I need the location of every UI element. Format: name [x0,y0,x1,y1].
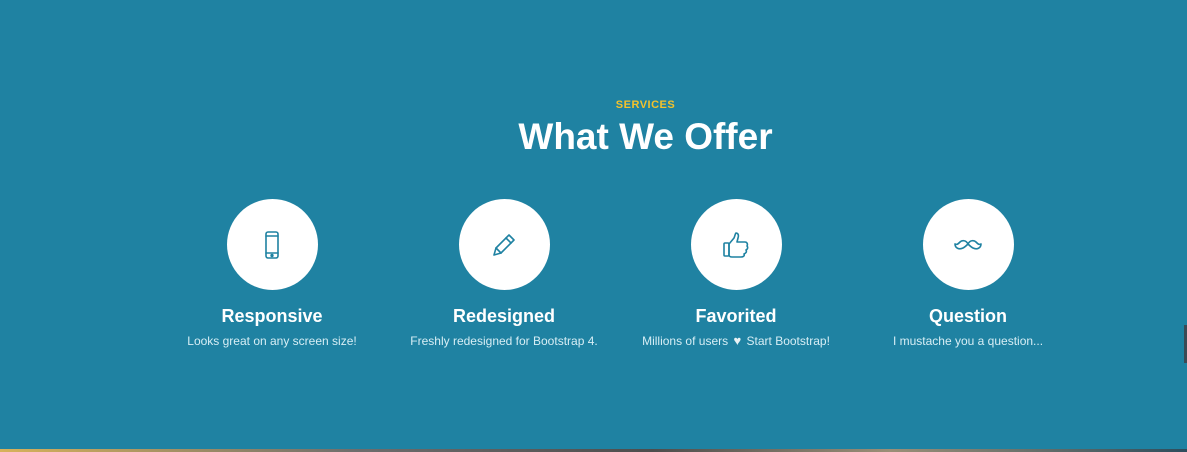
features-grid: Responsive Looks great on any screen siz… [156,199,1084,359]
mustache-icon [954,239,982,250]
feature-title: Responsive [221,306,323,326]
feature-icon-circle [690,199,782,290]
feature-description: Freshly redesigned for Bootstrap 4. [410,334,598,348]
feature-card-question: Question I mustache you a question... [852,199,1084,359]
services-section: SERVICES What We Offer Responsive Looks … [0,0,1187,449]
thumbs-up-icon [723,231,749,258]
feature-description-prefix: Millions of users [642,334,729,348]
section-eyebrow: SERVICES [615,99,676,111]
feature-description-suffix: Start Bootstrap! [746,334,830,348]
feature-title: Question [928,306,1007,326]
feature-icon-circle [458,199,550,290]
pencil-icon [493,233,515,256]
feature-card-responsive: Responsive Looks great on any screen siz… [156,199,388,359]
feature-title: Redesigned [452,306,556,326]
feature-description: Looks great on any screen size! [187,334,357,348]
feature-icon-circle [922,199,1014,290]
mobile-phone-icon [265,230,279,259]
heart-icon: ♥ [733,333,742,348]
feature-card-redesigned: Redesigned Freshly redesigned for Bootst… [388,199,620,359]
feature-card-favorited: Favorited Millions of users ♥ Start Boot… [620,199,852,359]
section-title: What We Offer [518,116,773,157]
feature-title: Favorited [695,306,777,326]
feature-description: Millions of users ♥ Start Bootstrap! [642,333,830,349]
feature-description: I mustache you a question... [892,334,1044,348]
feature-icon-circle [226,199,318,290]
